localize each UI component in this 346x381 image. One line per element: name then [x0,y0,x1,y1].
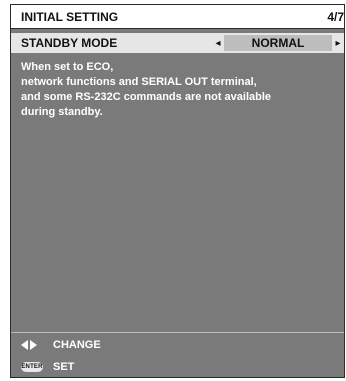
message-line: during standby. [21,106,103,118]
message-line: network functions and SERIAL OUT termina… [21,76,257,88]
change-hint: CHANGE [21,339,101,351]
page-indicator: 4/7 [327,9,344,24]
standby-info-message: When set to ECO, network functions and S… [21,60,331,120]
left-right-icon [21,340,53,350]
set-hint-label: SET [53,361,75,373]
change-hint-label: CHANGE [53,339,101,351]
standby-mode-value: NORMAL [224,35,332,51]
enter-button-icon: ENTER [21,362,43,372]
standby-mode-row[interactable]: STANDBY MODE ◂ NORMAL ▸ [11,33,344,53]
standby-mode-selector[interactable]: ◂ NORMAL ▸ [212,35,344,51]
screen-title: INITIAL SETTING [21,9,119,24]
triangle-right-icon [30,340,37,350]
left-arrow-icon[interactable]: ◂ [212,38,224,49]
title-bar: INITIAL SETTING 4/7 [11,5,344,29]
triangle-left-icon [21,340,28,350]
footer-divider [11,332,344,333]
standby-mode-label: STANDBY MODE [21,36,118,50]
initial-setting-screen: INITIAL SETTING 4/7 STANDBY MODE ◂ NORMA… [10,4,345,378]
message-line: When set to ECO, [21,61,114,73]
right-arrow-icon[interactable]: ▸ [332,38,344,49]
message-line: and some RS-232C commands are not availa… [21,91,272,103]
set-hint: ENTER SET [21,361,74,373]
